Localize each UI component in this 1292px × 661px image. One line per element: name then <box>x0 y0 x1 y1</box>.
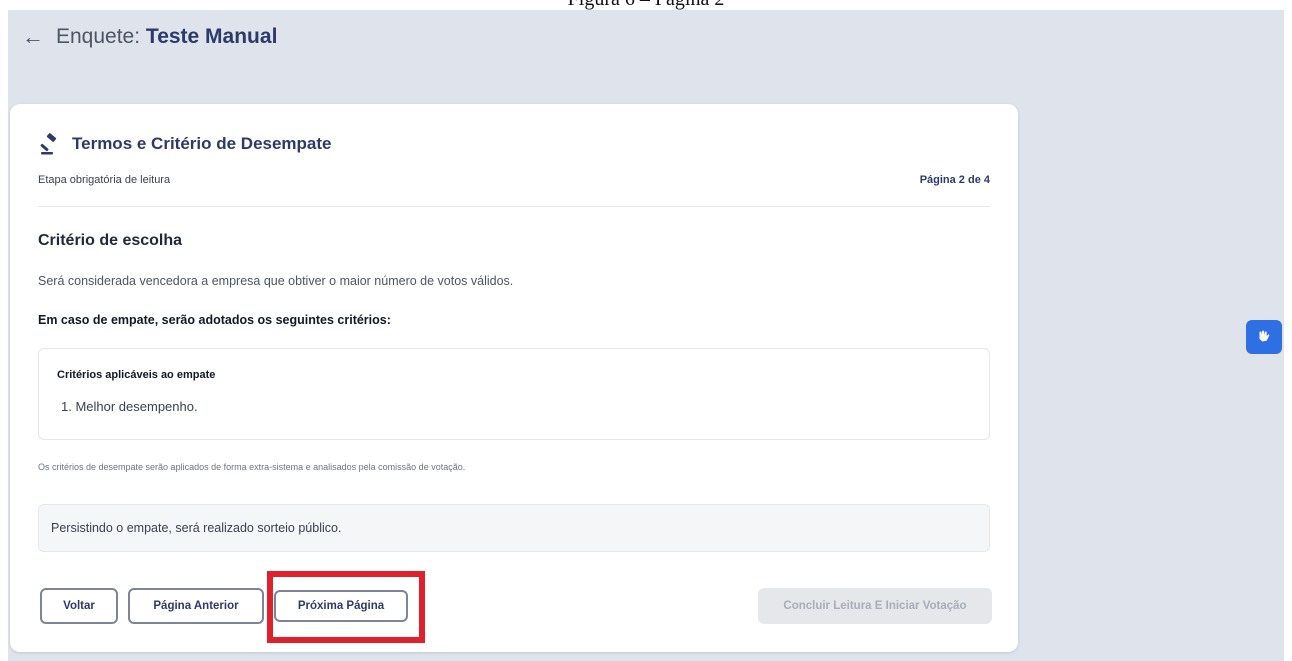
back-button[interactable]: Voltar <box>40 588 118 624</box>
figure-caption: Figura 6 – Página 2 <box>0 0 1292 10</box>
previous-page-button[interactable]: Página Anterior <box>128 588 264 624</box>
card-title-row: Termos e Critério de Desempate <box>38 132 990 156</box>
highlight-box <box>267 571 425 643</box>
page-title-prefix: Enquete: <box>56 25 141 48</box>
winner-rule-text: Será considerada vencedora a empresa que… <box>38 274 514 288</box>
tie-criteria-title: Critérios aplicáveis ao empate <box>57 369 216 381</box>
card-subtitle: Etapa obrigatória de leitura <box>38 174 171 186</box>
header-divider <box>38 206 990 207</box>
notice-box: Persistindo o empate, será realizado sor… <box>38 504 990 552</box>
tie-rule-heading: Em caso de empate, serão adotados os seg… <box>38 313 391 327</box>
card-title: Termos e Critério de Desempate <box>72 134 332 153</box>
notice-text: Persistindo o empate, será realizado sor… <box>51 521 342 535</box>
poll-name: Teste Manual <box>145 25 278 48</box>
terms-card: Termos e Critério de Desempate Etapa obr… <box>10 104 1018 652</box>
page-indicator: Página 2 de 4 <box>919 174 990 186</box>
tie-criteria-box: Critérios aplicáveis ao empate 1. Melhor… <box>38 348 990 440</box>
card-header: Termos e Critério de Desempate Etapa obr… <box>38 132 990 186</box>
arrow-left-icon[interactable]: ← <box>22 26 46 48</box>
top-bar: ← Enquete: Teste Manual <box>22 24 277 50</box>
sign-language-icon[interactable] <box>1246 320 1282 354</box>
gavel-icon <box>40 133 57 155</box>
page-title: Enquete: Teste Manual <box>56 25 277 49</box>
section-title: Critério de escolha <box>38 232 183 249</box>
finish-reading-button: Concluir Leitura E Iniciar Votação <box>758 588 992 624</box>
hand-icon <box>1259 330 1270 342</box>
tie-criteria-footnote: Os critérios de desempate serão aplicado… <box>38 462 466 472</box>
card-subheader: Etapa obrigatória de leitura Página 2 de… <box>38 174 990 186</box>
app-stage: ← Enquete: Teste Manual Termos e Critéri… <box>8 10 1284 661</box>
tie-criteria-item: 1. Melhor desempenho. <box>61 399 198 414</box>
